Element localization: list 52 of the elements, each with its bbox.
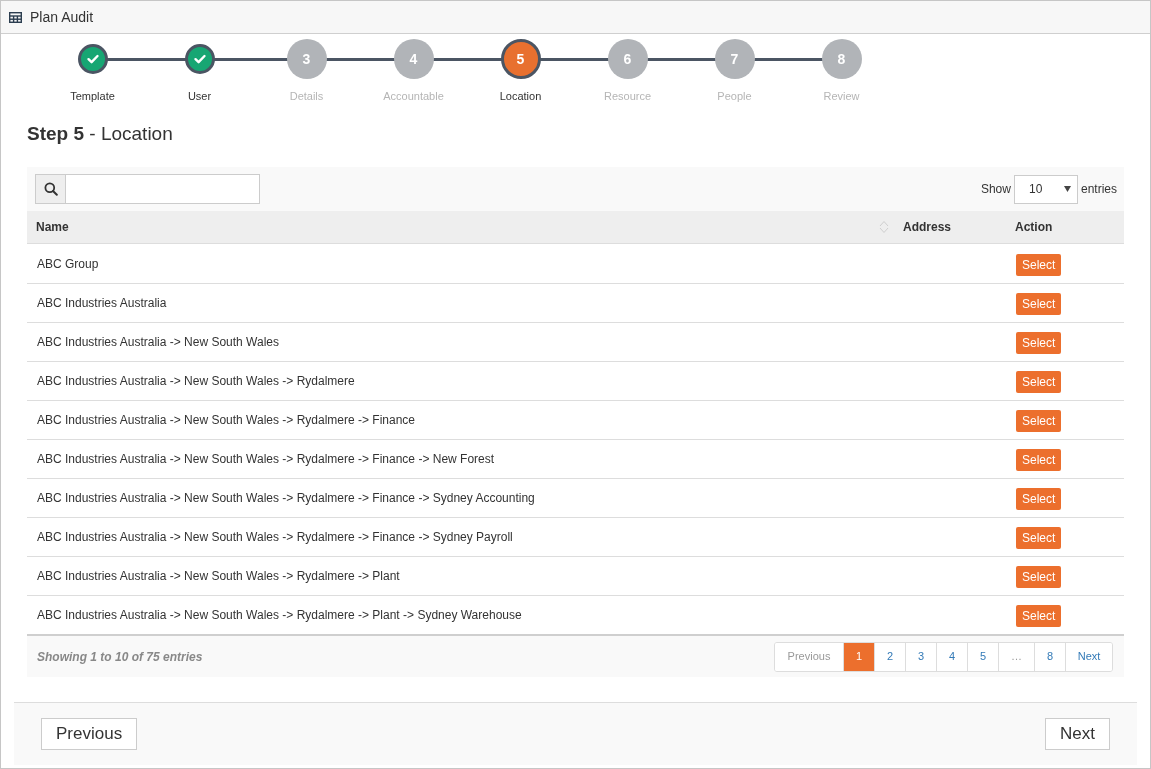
select-button[interactable]: Select xyxy=(1016,293,1062,315)
table-icon xyxy=(9,11,22,23)
show-label: Show xyxy=(980,181,1011,198)
location-name: ABC Industries Australia -> New South Wales -> Rydalmere -> Finance -> Sydney Payroll xyxy=(37,529,513,546)
select-button[interactable]: Select xyxy=(1016,410,1062,432)
select-button[interactable]: Select xyxy=(1016,527,1062,549)
location-name: ABC Industries Australia -> New South Wales xyxy=(37,334,279,351)
step-label: Details xyxy=(289,89,324,103)
step-number: 6 xyxy=(607,39,648,79)
entries-info: Showing 1 to 10 of 75 entries xyxy=(37,648,203,666)
location-name: ABC Industries Australia -> New South Wales -> Rydalmere -> Plant xyxy=(37,568,400,585)
select-button[interactable]: Select xyxy=(1016,605,1062,627)
step-label: Template xyxy=(70,89,115,103)
entries-select[interactable]: 10 xyxy=(1013,174,1078,204)
step-number: 3 xyxy=(286,39,327,79)
select-button[interactable]: Select xyxy=(1016,566,1062,588)
page-button[interactable]: 1 xyxy=(843,642,874,671)
select-button[interactable]: Select xyxy=(1016,449,1062,471)
column-header[interactable]: Name xyxy=(36,218,69,236)
location-name: ABC Industries Australia -> New South Wales -> Rydalmere -> Plant -> Sydney Warehouse xyxy=(37,607,522,624)
caret-icon xyxy=(1063,186,1071,192)
location-name: ABC Group xyxy=(37,255,99,273)
location-name: ABC Industries Australia xyxy=(37,295,167,312)
previous-button[interactable]: Previous xyxy=(41,718,138,750)
select-button[interactable]: Select xyxy=(1016,332,1062,354)
step-number: 4 xyxy=(393,39,434,79)
search-icon[interactable] xyxy=(35,174,66,204)
location-name: ABC Industries Australia -> New South Wales -> Rydalmere -> Finance -> New Forest xyxy=(37,451,495,468)
search-field[interactable] xyxy=(66,174,260,204)
step-number: 7 xyxy=(714,39,755,79)
next-page-button[interactable]: Next xyxy=(1065,642,1112,671)
sort-icon[interactable] xyxy=(879,220,889,234)
select-button[interactable]: Select xyxy=(1016,371,1062,393)
step-label: Location xyxy=(499,89,542,103)
location-name: ABC Industries Australia -> New South Wales -> Rydalmere -> Finance -> Sydney Accounting xyxy=(37,490,535,507)
column-header: Action xyxy=(1015,219,1053,236)
select-button[interactable]: Select xyxy=(1016,253,1062,276)
select-button[interactable]: Select xyxy=(1016,488,1062,510)
step-label: Resource xyxy=(603,89,652,103)
location-name: ABC Industries Australia -> New South Wales -> Rydalmere xyxy=(37,373,355,390)
step-number: 5 xyxy=(500,39,541,79)
step-label: Review xyxy=(823,89,860,103)
step-label: People xyxy=(717,89,752,103)
window-title: Plan Audit xyxy=(30,7,94,27)
next-button[interactable]: Next xyxy=(1045,718,1110,750)
entries-label: entries xyxy=(1080,181,1117,198)
step-heading: Step 5 - Location xyxy=(27,122,173,146)
location-name: ABC Industries Australia -> New South Wales -> Rydalmere -> Finance xyxy=(37,412,416,429)
step-label: Accountable xyxy=(383,89,444,103)
column-header: Address xyxy=(903,219,952,236)
step-number: 8 xyxy=(821,39,862,79)
step-label: User xyxy=(187,89,212,103)
